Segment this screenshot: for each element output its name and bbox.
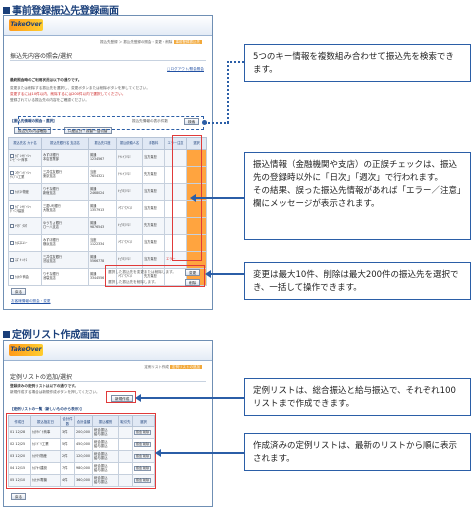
- breadcrumb: 定例リスト作成 定例リストの追加: [144, 365, 202, 369]
- connector-arrow: [161, 452, 244, 454]
- logo: TakeOver: [9, 19, 43, 31]
- connector-arrow: [196, 197, 244, 199]
- row-checkbox[interactable]: [10, 257, 14, 262]
- connector-line: [227, 61, 229, 123]
- notice-line-3: 登録されている振込先の内容をご確認ください。: [10, 98, 89, 102]
- header-account: 振込先口座: [88, 137, 117, 150]
- template-list-highlight: [6, 413, 156, 489]
- arrow-left-icon: [190, 194, 196, 202]
- action-area-highlight: [105, 265, 205, 287]
- row-checkbox[interactable]: [10, 223, 14, 228]
- square-bullet-icon: [3, 331, 10, 338]
- notice-line: 新規作成する場合は新規作成ボタンを押してください。: [10, 390, 100, 394]
- notice-heading: 登録済みの定例リストは以下の通りです。: [10, 384, 78, 388]
- search-area-highlight: [18, 116, 204, 130]
- row-checkbox[interactable]: [10, 274, 14, 279]
- notice-line-2: 変更するには10件以内、削除するには200件以内で選択してください。: [10, 92, 126, 96]
- back-button[interactable]: 戻る: [11, 288, 27, 295]
- connector-arrow: [211, 273, 244, 275]
- page-title: 定例リストの追加/選択: [10, 372, 206, 382]
- table-label: 【定例リストの一覧（新しいものから表示）】: [10, 407, 84, 411]
- arrow-left-icon: [205, 270, 211, 278]
- section-title-template: 定例リスト作成画面: [3, 326, 100, 341]
- arrow-left-icon: [135, 394, 141, 402]
- callout-template-order: 作成済みの定例リストは、最新のリストから順に表示されます。: [244, 433, 471, 471]
- header-requester: 振込依頼人名: [116, 137, 143, 150]
- callout-bulk-operation: 変更は最大10件、削除は最大200件の振込先を選択でき、一括して操作できます。: [244, 262, 471, 300]
- callout-search: 5つのキー情報を複数組み合わせて振込先を検索できます。: [244, 44, 471, 82]
- row-checkbox[interactable]: [10, 240, 14, 245]
- customer-info-link[interactable]: お客様情報の照会・変更: [11, 299, 51, 304]
- row-checkbox[interactable]: [10, 189, 14, 194]
- new-button-highlight: [106, 391, 136, 403]
- header-bank: 振込先銀行名 支店名: [41, 137, 89, 150]
- notice-line-1: 変更または削除する振込先を選択し、変更ボタンまたは削除ボタンを押してください。: [10, 86, 150, 90]
- page-title: 振込先内容の照会/選択: [10, 51, 206, 61]
- connector-arrow: [141, 397, 244, 399]
- header-fee: 手数料: [142, 137, 165, 150]
- connector-dot: [202, 120, 207, 125]
- logo: TakeOver: [9, 344, 43, 356]
- notice-heading: 最終照会時のご利用状況は以下の通りです。: [10, 78, 82, 82]
- square-bullet-icon: [3, 7, 10, 14]
- app-header: TakeOver: [4, 341, 212, 361]
- connector-line: [227, 61, 244, 63]
- app-header: TakeOver: [4, 16, 212, 36]
- header-name: 振込先名 カナ名: [8, 137, 42, 150]
- logout-link[interactable]: □ログアウト/照会照会: [167, 67, 204, 72]
- back-button[interactable]: 戻る: [11, 493, 27, 500]
- breadcrumb: 振込先登録 ＞ 振込先登録の照会・変更・削除 事前登録振込先: [100, 40, 202, 44]
- arrow-left-icon: [155, 449, 161, 457]
- callout-template-limit: 定例リストは、総合振込と給与振込で、それぞれ100リストまで作成できます。: [244, 378, 471, 416]
- callout-error-check: 振込情報（金融機関や支店）の正誤チェックは、振込先の登録時以外に「日次」「週次」…: [244, 152, 471, 240]
- connector-line: [205, 122, 229, 124]
